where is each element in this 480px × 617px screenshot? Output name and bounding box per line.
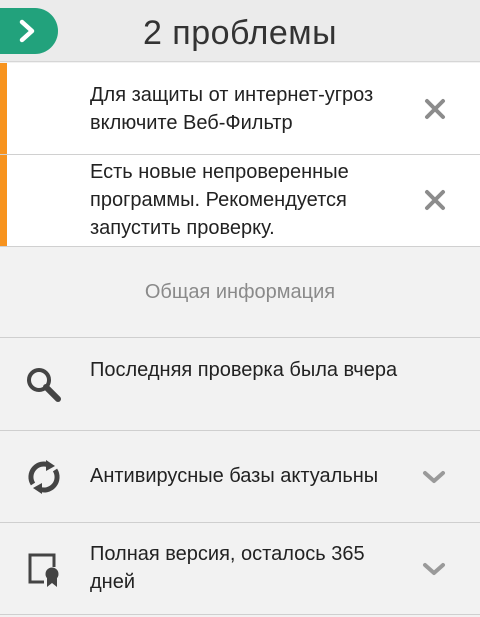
license-certificate-icon bbox=[24, 549, 64, 589]
license-row[interactable]: Полная версия, осталось 365 дней bbox=[0, 523, 480, 615]
search-icon bbox=[24, 365, 64, 405]
section-title: Общая информация bbox=[0, 247, 480, 338]
chevron-down-icon bbox=[423, 563, 445, 575]
alert-web-filter: Для защиты от интернет-угроз включите Ве… bbox=[0, 63, 480, 155]
expand-button[interactable] bbox=[420, 465, 448, 489]
close-icon bbox=[425, 190, 445, 210]
last-scan-row[interactable]: Последняя проверка была вчера bbox=[0, 339, 480, 431]
refresh-icon bbox=[24, 457, 64, 497]
dismiss-alert-button[interactable] bbox=[420, 94, 450, 124]
antivirus-databases-row[interactable]: Антивирусные базы актуальны bbox=[0, 431, 480, 523]
row-label: Последняя проверка была вчера bbox=[90, 359, 398, 381]
expand-button[interactable] bbox=[420, 557, 448, 581]
dismiss-alert-button[interactable] bbox=[420, 185, 450, 215]
alert-text: Есть новые непроверенные программы. Реко… bbox=[90, 161, 349, 239]
row-label: Антивирусные базы актуальны bbox=[90, 465, 379, 487]
alert-text: Для защиты от интернет-угроз включите Ве… bbox=[90, 84, 374, 134]
alert-warning-stripe bbox=[0, 155, 7, 246]
alert-warning-stripe bbox=[0, 63, 7, 154]
chevron-down-icon bbox=[423, 471, 445, 483]
page-title: 2 проблемы bbox=[142, 14, 338, 52]
close-icon bbox=[425, 99, 445, 119]
row-label: Полная версия, осталось 365 дней bbox=[90, 543, 365, 593]
header: 2 проблемы bbox=[0, 0, 480, 62]
alert-new-programs: Есть новые непроверенные программы. Реко… bbox=[0, 155, 480, 247]
